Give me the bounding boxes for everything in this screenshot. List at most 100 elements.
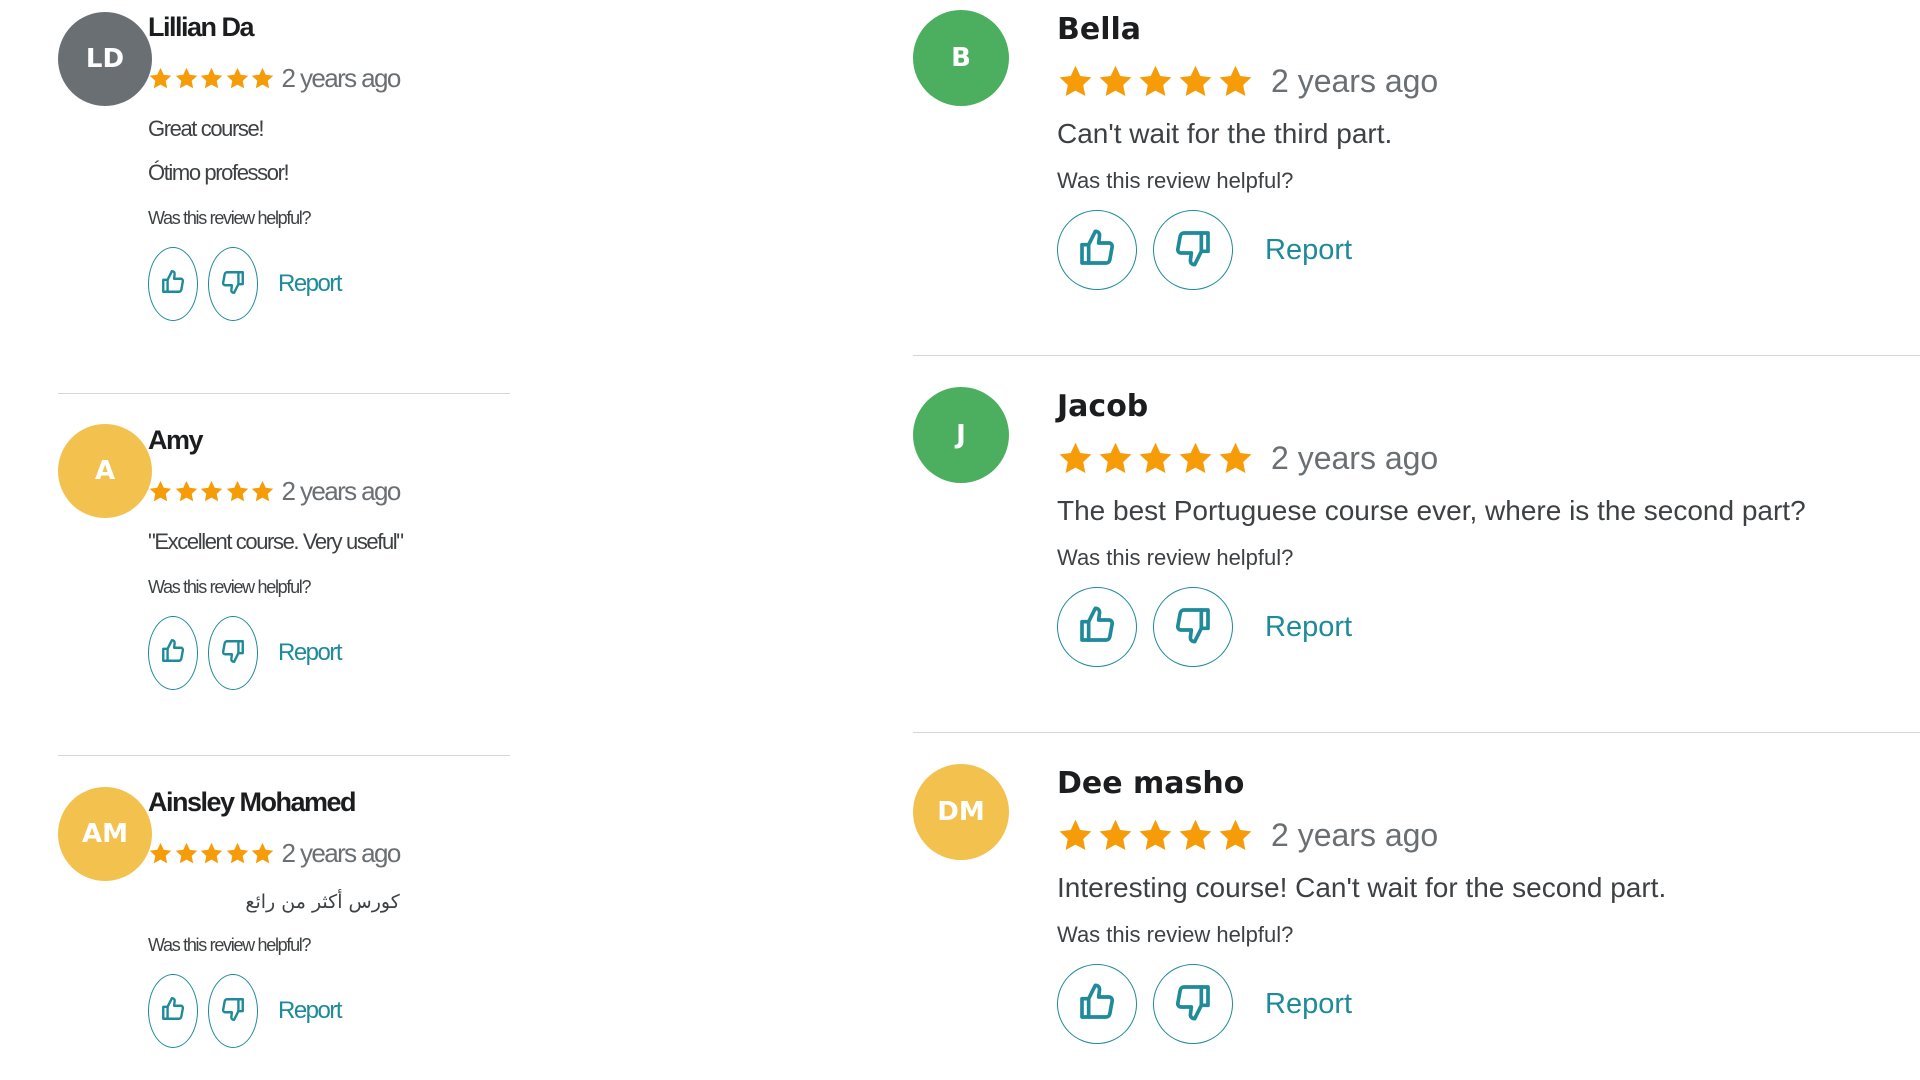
helpful-no-button[interactable] — [1153, 210, 1233, 290]
helpful-no-button[interactable] — [1153, 587, 1233, 667]
divider — [913, 355, 1920, 356]
helpful-no-button[interactable] — [208, 974, 258, 1048]
helpful-prompt: Was this review helpful? — [1057, 922, 1294, 947]
review-body: Dee masho 2 years ago Interesting course… — [1057, 766, 1666, 1044]
report-link[interactable]: Report — [278, 639, 343, 667]
star-rating — [1057, 63, 1257, 100]
helpful-prompt: Was this review helpful? — [148, 577, 312, 597]
review-body: Amy 2 years ago "Excellent course. Very … — [148, 425, 404, 690]
star-rating — [1057, 817, 1257, 854]
star-icon — [226, 480, 248, 502]
review-time: 2 years ago — [1271, 440, 1439, 476]
star-icon — [175, 480, 197, 502]
thumbs-down-icon — [220, 996, 246, 1027]
star-icon — [200, 67, 223, 89]
avatar: LD — [58, 12, 152, 106]
helpful-prompt: Was this review helpful? — [148, 935, 312, 955]
thumbs-down-icon — [220, 638, 246, 669]
rating-row: 2 years ago — [1057, 817, 1666, 854]
star-icon — [200, 480, 223, 502]
rating-row: 2 years ago — [1057, 63, 1438, 100]
star-icon — [1099, 442, 1132, 473]
star-icon — [1139, 442, 1172, 473]
divider — [58, 393, 510, 394]
star-icon — [251, 480, 274, 502]
star-icon — [1179, 442, 1212, 473]
star-icon — [1059, 442, 1092, 473]
helpful-yes-button[interactable] — [148, 247, 198, 321]
star-icon — [200, 842, 223, 864]
review-text: Great course! — [148, 116, 264, 141]
star-icon — [1219, 65, 1252, 96]
divider — [913, 732, 1920, 733]
helpful-no-button[interactable] — [208, 616, 258, 690]
review-actions: Report — [1057, 210, 1438, 290]
star-icon — [1219, 819, 1252, 850]
star-icon — [149, 67, 172, 89]
thumbs-down-icon — [1173, 228, 1213, 273]
helpful-yes-button[interactable] — [148, 974, 198, 1048]
review-text: The best Portuguese course ever, where i… — [1057, 495, 1806, 526]
reviewer-name: Dee masho — [1057, 766, 1245, 801]
review-text: "Excellent course. Very useful" — [148, 529, 404, 554]
helpful-yes-button[interactable] — [1057, 210, 1137, 290]
helpful-no-button[interactable] — [208, 247, 258, 321]
rating-row: 2 years ago — [148, 476, 403, 507]
report-link[interactable]: Report — [1265, 988, 1352, 1021]
avatar: A — [58, 424, 152, 518]
divider — [58, 755, 510, 756]
review-time: 2 years ago — [281, 838, 402, 868]
review-actions: Report — [148, 616, 403, 690]
review-body: Jacob 2 years ago The best Portuguese co… — [1057, 389, 1806, 667]
star-icon — [1139, 819, 1172, 850]
helpful-yes-button[interactable] — [1057, 587, 1137, 667]
star-rating — [148, 841, 276, 866]
review-body: Lillian Da 2 years ago Great course! Óti… — [148, 12, 401, 321]
report-link[interactable]: Report — [1265, 611, 1352, 644]
review-text: Interesting course! Can't wait for the s… — [1057, 872, 1667, 903]
helpful-prompt: Was this review helpful? — [148, 208, 312, 228]
rating-row: 2 years ago — [148, 838, 402, 869]
star-icon — [1099, 819, 1132, 850]
rating-row: 2 years ago — [1057, 440, 1806, 477]
review-body: Bella 2 years ago Can't wait for the thi… — [1057, 12, 1438, 290]
star-icon — [149, 842, 172, 864]
star-icon — [1179, 65, 1212, 96]
thumbs-down-icon — [1173, 605, 1213, 650]
avatar: DM — [913, 764, 1009, 860]
reviewer-name: Amy — [148, 425, 204, 455]
thumbs-up-icon — [160, 638, 186, 669]
rating-row: 2 years ago — [148, 63, 401, 94]
star-rating — [148, 479, 276, 504]
avatar: J — [913, 387, 1009, 483]
star-icon — [251, 67, 274, 89]
review-actions: Report — [148, 974, 400, 1048]
star-rating — [148, 66, 276, 91]
star-icon — [1059, 819, 1092, 850]
avatar: AM — [58, 787, 152, 881]
review-body: Ainsley Mohamed 2 years ago كورس أكثر من… — [148, 787, 402, 1048]
thumbs-up-icon — [1077, 605, 1117, 650]
star-icon — [149, 480, 172, 502]
helpful-prompt: Was this review helpful? — [1057, 168, 1294, 193]
report-link[interactable]: Report — [278, 997, 343, 1025]
star-icon — [175, 842, 197, 864]
thumbs-down-icon — [220, 269, 246, 300]
report-link[interactable]: Report — [278, 270, 343, 298]
helpful-no-button[interactable] — [1153, 964, 1233, 1044]
helpful-prompt: Was this review helpful? — [1057, 545, 1294, 570]
thumbs-up-icon — [1077, 982, 1117, 1027]
star-icon — [1179, 819, 1212, 850]
thumbs-up-icon — [1077, 228, 1117, 273]
thumbs-up-icon — [160, 996, 186, 1027]
reviewer-name: Ainsley Mohamed — [148, 787, 357, 817]
star-rating — [1057, 440, 1257, 477]
thumbs-up-icon — [160, 269, 186, 300]
star-icon — [251, 842, 274, 864]
review-time: 2 years ago — [1271, 817, 1439, 853]
star-icon — [1059, 65, 1092, 96]
helpful-yes-button[interactable] — [1057, 964, 1137, 1044]
review-time: 2 years ago — [1271, 63, 1439, 99]
helpful-yes-button[interactable] — [148, 616, 198, 690]
report-link[interactable]: Report — [1265, 234, 1352, 267]
